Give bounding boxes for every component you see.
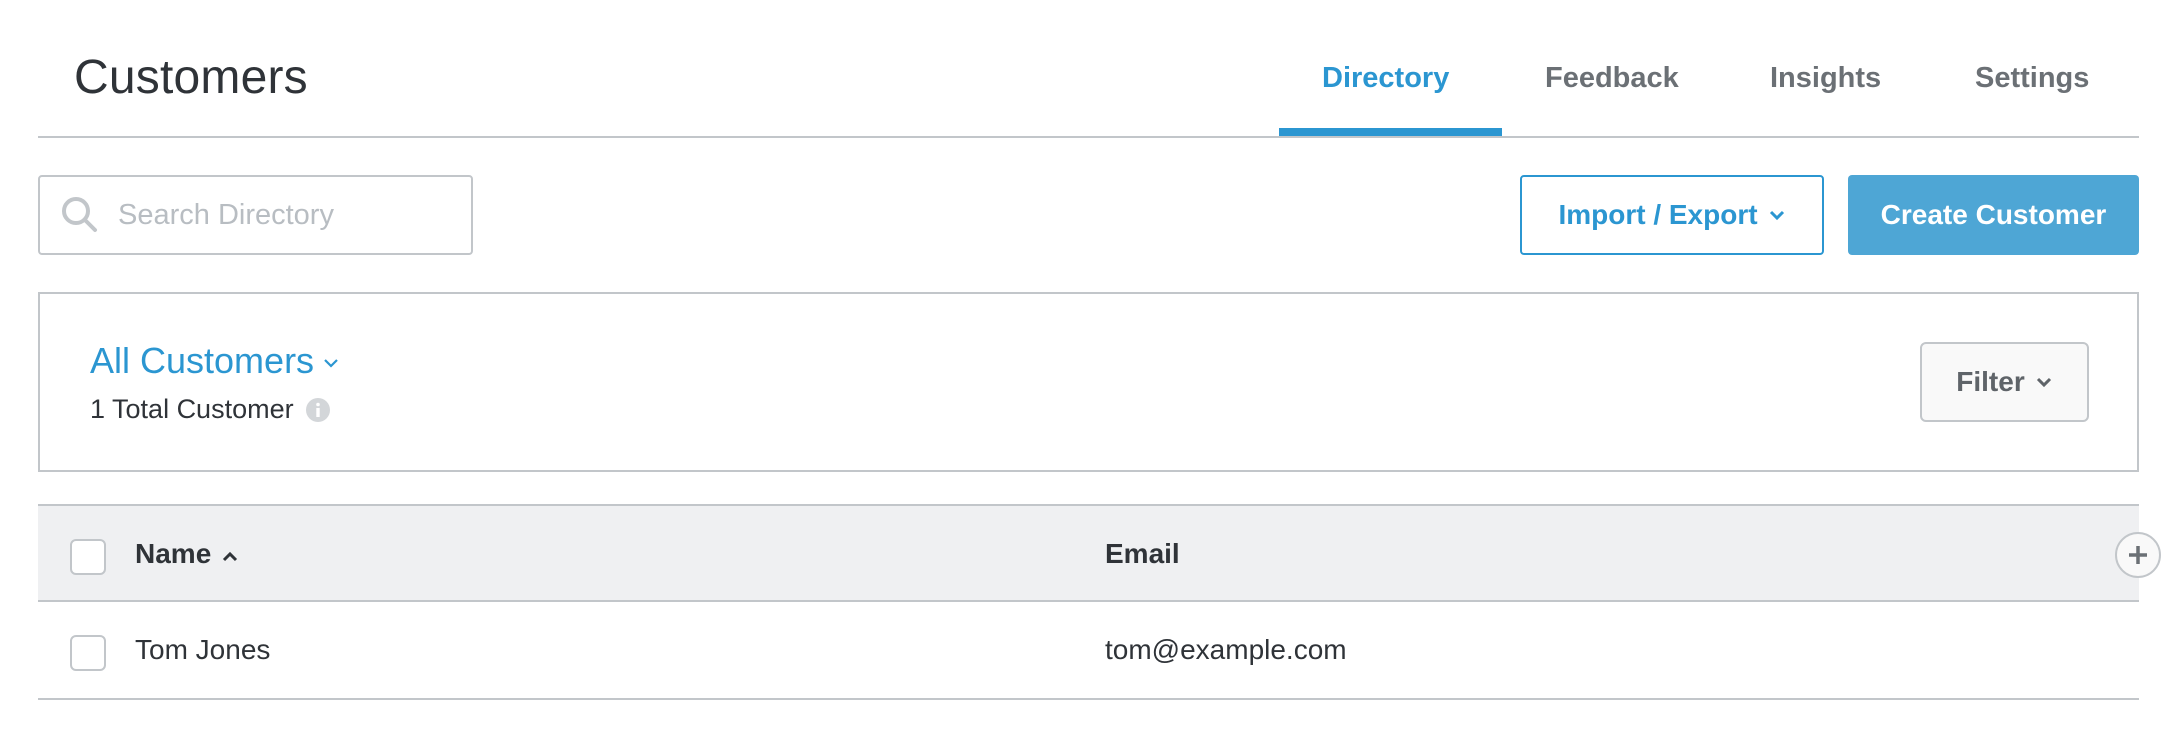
filter-button[interactable]: Filter xyxy=(1920,342,2089,422)
search-icon xyxy=(62,197,97,232)
header-divider xyxy=(38,136,2139,138)
row-checkbox[interactable] xyxy=(70,635,106,671)
customer-count: 1 Total Customer xyxy=(90,394,330,425)
chevron-down-icon xyxy=(2036,377,2051,388)
active-tab-indicator xyxy=(1279,128,1502,136)
name-header-label: Name xyxy=(135,538,212,569)
customer-segment-panel: All Customers 1 Total Customer Filter xyxy=(38,292,2139,472)
search-input[interactable] xyxy=(118,198,458,232)
plus-icon xyxy=(2129,546,2147,564)
import-export-label: Import / Export xyxy=(1558,199,1758,230)
segment-title: All Customers xyxy=(90,340,315,381)
customers-table: Name Email Tom Jones tom@example.com xyxy=(38,504,2161,700)
tab-settings[interactable]: Settings xyxy=(1975,62,2089,95)
tab-insights[interactable]: Insights xyxy=(1770,62,1881,95)
customer-email: tom@example.com xyxy=(1105,634,1347,665)
chevron-down-icon xyxy=(324,359,338,368)
sort-ascending-icon xyxy=(223,551,238,562)
tab-directory[interactable]: Directory xyxy=(1322,62,1449,95)
page-title: Customers xyxy=(74,51,308,104)
table-row[interactable]: Tom Jones tom@example.com xyxy=(38,602,2139,700)
segment-selector[interactable]: All Customers xyxy=(90,340,340,382)
search-field[interactable] xyxy=(38,175,473,255)
customer-name[interactable]: Tom Jones xyxy=(135,634,270,666)
filter-label: Filter xyxy=(1956,366,2025,397)
add-column-button[interactable] xyxy=(2115,532,2161,578)
info-icon[interactable] xyxy=(305,397,330,422)
tab-feedback[interactable]: Feedback xyxy=(1545,62,1679,95)
import-export-button[interactable]: Import / Export xyxy=(1520,175,1824,255)
email-column-header[interactable]: Email xyxy=(1105,538,1180,570)
select-all-checkbox[interactable] xyxy=(70,539,106,575)
create-customer-button[interactable]: Create Customer xyxy=(1848,175,2139,255)
name-column-header[interactable]: Name xyxy=(135,538,239,570)
table-header: Name Email xyxy=(38,504,2161,602)
customer-count-text: 1 Total Customer xyxy=(90,394,294,424)
chevron-down-icon xyxy=(1769,210,1784,221)
